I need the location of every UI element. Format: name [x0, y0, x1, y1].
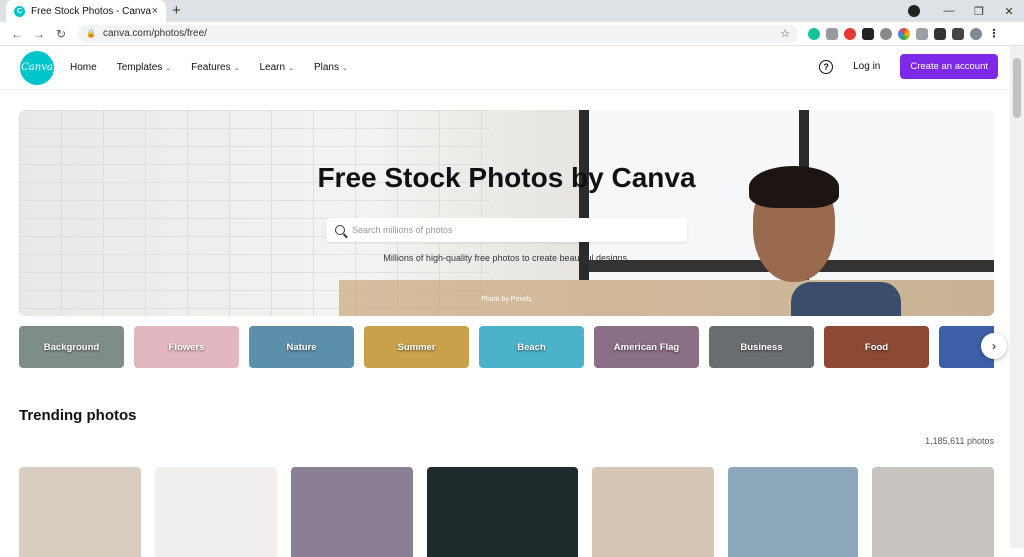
extension-icon[interactable] — [916, 27, 928, 40]
help-icon[interactable]: ? — [819, 59, 834, 74]
menu-label: Learn — [259, 62, 286, 73]
tab-title: Free Stock Photos - Canva — [31, 5, 152, 17]
category-tile[interactable]: Background — [19, 326, 124, 368]
menu-templates[interactable]: Templates ⌄ — [117, 62, 171, 73]
extension-icon[interactable] — [880, 27, 892, 40]
category-tile[interactable]: Flowers — [134, 326, 239, 368]
category-tile[interactable]: Summer — [364, 326, 469, 368]
new-tab-button[interactable]: + — [172, 2, 181, 19]
more-menu-icon[interactable]: ⋮ — [988, 28, 1000, 40]
menu-label: Features — [191, 62, 231, 73]
trending-title: Trending photos — [19, 407, 137, 424]
category-tile[interactable]: American Flag — [594, 326, 699, 368]
back-arrow-icon[interactable]: ← — [6, 27, 28, 41]
reload-icon[interactable]: ↻ — [50, 27, 72, 41]
menu-plans[interactable]: Plans ⌄ — [314, 62, 348, 73]
menu-label: Plans — [313, 62, 339, 73]
page-scrollbar[interactable] — [1010, 46, 1024, 548]
extension-icon[interactable] — [826, 27, 838, 40]
search-placeholder: Search millions of photos — [352, 225, 453, 235]
scrollbar-thumb[interactable] — [1013, 58, 1021, 118]
chevron-right-icon[interactable]: › — [981, 333, 1007, 359]
category-label: Flowers — [168, 341, 205, 353]
photo-count: 1,185,611 photos — [925, 436, 994, 446]
menu-label: Home — [70, 62, 97, 73]
forward-arrow-icon[interactable]: → — [28, 27, 50, 41]
grammarly-extension-icon[interactable] — [808, 27, 820, 40]
menu-features[interactable]: Features ⌄ — [191, 62, 239, 73]
extensions-area: ⋮ — [808, 27, 1000, 40]
profile-dot-icon[interactable] — [908, 5, 920, 17]
trending-photo[interactable] — [592, 467, 715, 557]
window-controls: — ❐ ✕ — [908, 0, 1024, 22]
maximize-button[interactable]: ❐ — [964, 5, 994, 18]
lock-icon: 🔒 — [86, 29, 96, 38]
category-tile[interactable]: Nature — [249, 326, 354, 368]
menu-learn[interactable]: Learn ⌄ — [259, 62, 293, 73]
trending-photo[interactable] — [290, 467, 413, 557]
browser-tab[interactable]: C Free Stock Photos - Canva × — [6, 0, 166, 22]
trending-photo[interactable] — [154, 467, 277, 557]
puzzle-extensions-icon[interactable] — [934, 27, 946, 40]
category-label: Food — [864, 341, 889, 353]
minimize-button[interactable]: — — [934, 5, 964, 17]
header-actions: ? Log in Create an account — [819, 54, 998, 79]
trending-photo-grid — [19, 467, 994, 557]
close-window-button[interactable]: ✕ — [994, 5, 1024, 18]
profile-avatar-icon[interactable] — [970, 27, 982, 40]
url-text: canva.com/photos/free/ — [102, 28, 207, 39]
search-icon — [335, 225, 345, 235]
trending-photo[interactable] — [872, 467, 994, 557]
reading-list-icon[interactable] — [952, 27, 964, 40]
category-label: Nature — [286, 341, 317, 353]
category-label: Beach — [517, 341, 546, 353]
category-label: Background — [43, 341, 100, 353]
canva-favicon-icon: C — [14, 5, 25, 17]
photo-search-input[interactable]: Search millions of photos — [326, 218, 687, 242]
photo-credit: Photo by Pexels — [481, 296, 532, 303]
trending-photo[interactable] — [728, 467, 859, 557]
hero-banner: Free Stock Photos by Canva Search millio… — [19, 110, 994, 316]
category-label: Summer — [397, 341, 436, 353]
chevron-down-icon: ⌄ — [233, 65, 240, 72]
category-label: Business — [740, 341, 783, 353]
hero-subtitle: Millions of high-quality free photos to … — [383, 253, 630, 263]
hero-title: Free Stock Photos by Canva — [317, 162, 696, 193]
browser-toolbar: ← → ↻ 🔒 canva.com/photos/free/ ☆ ⋮ — [0, 22, 1024, 46]
chevron-down-icon: ⌄ — [341, 65, 348, 72]
menu-home[interactable]: Home — [70, 62, 97, 73]
bookmark-star-icon[interactable]: ☆ — [780, 27, 790, 40]
category-label: American Flag — [613, 341, 680, 353]
chevron-down-icon: ⌄ — [165, 65, 172, 72]
category-carousel: Background Flowers Nature Summer Beach Americ… — [19, 326, 994, 368]
category-tile[interactable]: Food — [824, 326, 929, 368]
site-header: Canva Home Templates ⌄ Features ⌄ Learn ⌄ P… — [0, 46, 1024, 90]
tab-close-icon[interactable]: × — [152, 5, 158, 17]
category-tile[interactable]: Beach — [479, 326, 584, 368]
browser-tab-strip: C Free Stock Photos - Canva × + — ❐ ✕ — [0, 0, 1024, 22]
main-menu: Home Templates ⌄ Features ⌄ Learn ⌄ Plans ⌄ — [70, 62, 348, 73]
menu-label: Templates — [116, 62, 163, 73]
canva-logo[interactable]: Canva — [20, 50, 54, 85]
login-link[interactable]: Log in — [853, 61, 880, 72]
create-account-button[interactable]: Create an account — [900, 54, 998, 79]
address-bar[interactable]: 🔒 canva.com/photos/free/ ☆ — [78, 24, 798, 43]
category-tile[interactable]: Business — [709, 326, 814, 368]
trending-photo[interactable] — [19, 467, 141, 557]
color-picker-extension-icon[interactable] — [898, 27, 910, 40]
adblock-extension-icon[interactable] — [844, 27, 856, 40]
trending-photo[interactable] — [426, 467, 579, 557]
chevron-down-icon: ⌄ — [288, 65, 294, 72]
extension-icon[interactable] — [862, 27, 874, 40]
